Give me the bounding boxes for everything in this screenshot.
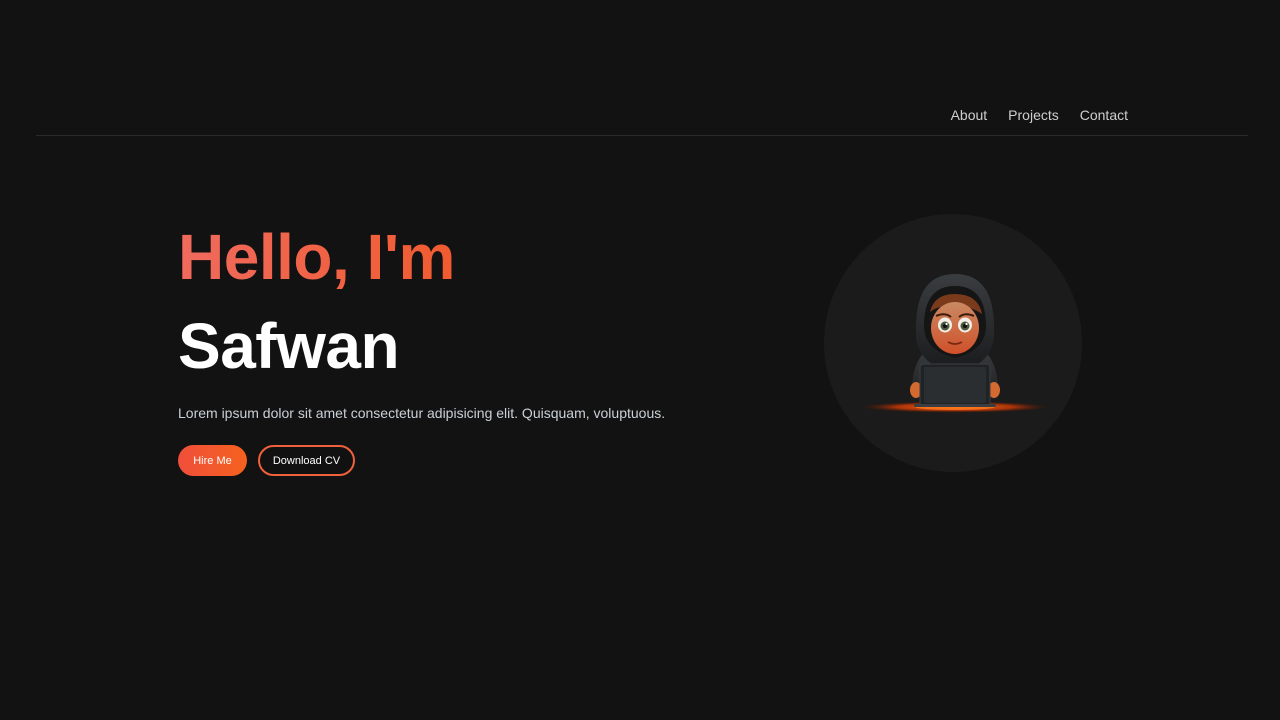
top-navigation: About Projects Contact <box>36 100 1248 136</box>
hooded-coder-avatar-icon <box>857 274 1053 413</box>
nav-link-projects[interactable]: Projects <box>1008 107 1059 123</box>
nav-link-about[interactable]: About <box>951 107 988 123</box>
nav-links: About Projects Contact <box>951 107 1128 123</box>
hero-tagline: Lorem ipsum dolor sit amet consectetur a… <box>178 405 666 421</box>
hire-me-button[interactable]: Hire Me <box>178 445 247 476</box>
nav-link-contact[interactable]: Contact <box>1080 107 1128 123</box>
hero-buttons: Hire Me Download CV <box>178 445 738 476</box>
download-cv-button[interactable]: Download CV <box>258 445 355 476</box>
hero-name: Safwan <box>178 310 400 382</box>
portfolio-page: About Projects Contact Hello, I'm Safwan… <box>0 0 1280 720</box>
hero-greeting: Hello, I'm <box>178 218 738 296</box>
hero-section: Hello, I'm Safwan Lorem ipsum dolor sit … <box>178 218 738 476</box>
